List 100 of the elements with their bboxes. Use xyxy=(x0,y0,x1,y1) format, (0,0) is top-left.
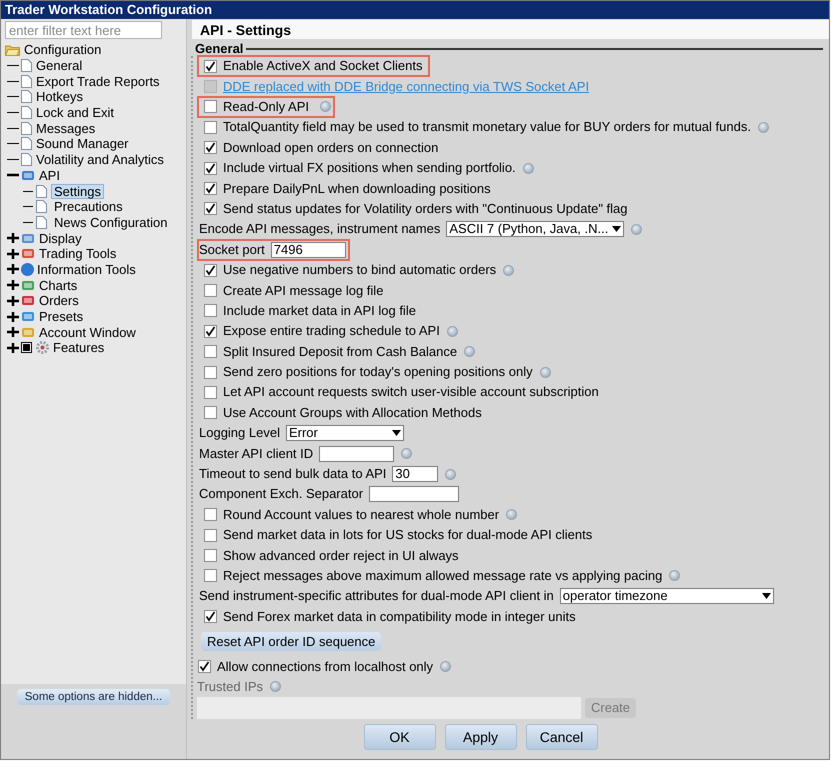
tree-item[interactable]: Features xyxy=(53,340,104,356)
expand-icon[interactable] xyxy=(7,248,19,260)
dropdown[interactable]: operator timezone xyxy=(560,588,774,604)
help-icon[interactable] xyxy=(522,162,534,174)
option-label: Timeout to send bulk data to API xyxy=(199,466,386,482)
expand-icon[interactable] xyxy=(7,232,19,244)
checkbox[interactable] xyxy=(198,660,211,674)
option-label: Send Forex market data in compatibility mode in integer units xyxy=(223,608,576,625)
option-label: Show advanced order reject in UI always xyxy=(223,548,459,564)
checkbox[interactable] xyxy=(204,141,217,154)
dropdown[interactable]: Error xyxy=(286,425,404,442)
tree-item[interactable]: Presets xyxy=(39,309,84,324)
checkbox[interactable] xyxy=(204,569,217,582)
checkbox[interactable] xyxy=(204,162,217,175)
checkbox[interactable] xyxy=(204,345,217,358)
square-icon xyxy=(21,342,32,354)
panel-title: API - Settings xyxy=(192,20,829,39)
checkbox[interactable] xyxy=(204,406,217,420)
tree-item[interactable]: Orders xyxy=(39,293,79,308)
page-icon xyxy=(21,74,32,88)
checkbox[interactable] xyxy=(204,284,217,297)
tree-item[interactable]: Settings xyxy=(51,184,104,199)
page-icon xyxy=(21,90,32,104)
info-icon xyxy=(21,262,34,276)
option-label: Master API client ID xyxy=(199,446,314,462)
trusted-ips-label: Trusted IPs xyxy=(197,678,263,695)
input-field[interactable]: 30 xyxy=(392,466,438,482)
help-icon[interactable] xyxy=(401,448,412,460)
page-icon xyxy=(36,184,47,198)
tree-item[interactable]: Trading Tools xyxy=(39,246,116,262)
checkbox[interactable] xyxy=(204,549,217,562)
page-icon xyxy=(21,153,32,166)
help-icon[interactable] xyxy=(631,224,642,235)
expand-icon[interactable] xyxy=(7,310,19,323)
tree-item[interactable]: General xyxy=(36,58,82,74)
help-icon[interactable] xyxy=(758,122,769,133)
tree-item[interactable]: Display xyxy=(39,230,82,246)
help-icon[interactable] xyxy=(669,570,680,582)
tree-item[interactable]: Messages xyxy=(36,120,96,136)
checkbox[interactable] xyxy=(204,182,217,196)
checkbox[interactable] xyxy=(204,202,217,216)
option-label: Include virtual FX positions when sending portfolio. xyxy=(223,160,516,176)
input-field[interactable] xyxy=(369,486,460,502)
input-field[interactable]: 7496 xyxy=(270,242,346,258)
option-label: Send status updates for Volatility orders with "Continuous Update" flag xyxy=(223,200,628,217)
reset-button[interactable]: Reset API order ID sequence xyxy=(201,632,382,652)
dialog-button[interactable]: Apply xyxy=(444,724,516,750)
checkbox[interactable] xyxy=(204,324,217,338)
tree-item[interactable]: Lock and Exit xyxy=(36,105,114,120)
dropdown[interactable]: ASCII 7 (Python, Java, .N... xyxy=(446,221,624,238)
option-label: Create API message log file xyxy=(223,282,384,298)
checkbox[interactable] xyxy=(204,508,217,522)
expand-icon[interactable] xyxy=(7,342,19,354)
help-icon[interactable] xyxy=(270,681,281,692)
filter-field[interactable]: enter filter text here xyxy=(5,21,162,39)
help-icon[interactable] xyxy=(503,264,514,276)
expand-icon[interactable] xyxy=(7,263,19,276)
checkbox[interactable] xyxy=(204,528,217,542)
checkbox[interactable] xyxy=(204,100,217,114)
tree-item[interactable]: Hotkeys xyxy=(36,89,83,104)
help-icon[interactable] xyxy=(320,101,331,112)
checkbox[interactable] xyxy=(204,386,217,399)
checkbox[interactable] xyxy=(204,366,217,379)
expand-icon[interactable] xyxy=(7,294,19,307)
tree-item[interactable]: Account Window xyxy=(39,324,136,340)
help-icon[interactable] xyxy=(440,661,452,672)
checkbox[interactable] xyxy=(204,304,217,318)
option-label: Enable ActiveX and Socket Clients xyxy=(223,58,424,74)
input-field[interactable] xyxy=(319,446,394,462)
dialog-button[interactable]: Cancel xyxy=(526,724,598,750)
help-icon[interactable] xyxy=(506,509,518,520)
tree-item[interactable]: Export Trade Reports xyxy=(36,74,160,89)
hidden-options-button[interactable]: Some options are hidden... xyxy=(16,689,170,705)
tree-item[interactable]: Configuration xyxy=(24,42,102,58)
option-label: TotalQuantity field may be used to transmit monetary value for BUY orders for mutual funds. xyxy=(223,119,751,136)
option-label: Send market data in lots for US stocks for dual-mode API clients xyxy=(223,527,592,544)
checkbox[interactable] xyxy=(204,120,217,134)
page-icon xyxy=(36,200,47,214)
expand-icon[interactable] xyxy=(7,279,19,292)
help-icon[interactable] xyxy=(445,468,456,480)
option-label: Logging Level xyxy=(199,425,280,442)
tree-item[interactable]: API xyxy=(39,168,60,183)
help-icon[interactable] xyxy=(446,326,458,337)
tree-item[interactable]: Volatility and Analytics xyxy=(36,152,164,168)
tree-item[interactable]: Charts xyxy=(39,278,78,293)
option-label: Round Account values to nearest whole number xyxy=(223,506,500,523)
caret-icon xyxy=(762,593,771,600)
expand-icon[interactable] xyxy=(7,326,19,338)
option-label: Read-Only API xyxy=(223,98,310,115)
help-icon[interactable] xyxy=(464,346,476,358)
checkbox[interactable] xyxy=(204,264,217,277)
checkbox[interactable] xyxy=(204,610,217,624)
tree-item[interactable]: Sound Manager xyxy=(36,136,129,152)
dialog-button[interactable]: OK xyxy=(364,724,436,750)
tree-item[interactable]: Information Tools xyxy=(37,262,136,277)
help-icon[interactable] xyxy=(540,366,551,378)
checkbox[interactable] xyxy=(204,60,217,73)
tree-item[interactable]: News Configuration xyxy=(51,214,170,230)
section-heading: General xyxy=(195,40,244,56)
tree-item[interactable]: Precautions xyxy=(51,199,126,214)
